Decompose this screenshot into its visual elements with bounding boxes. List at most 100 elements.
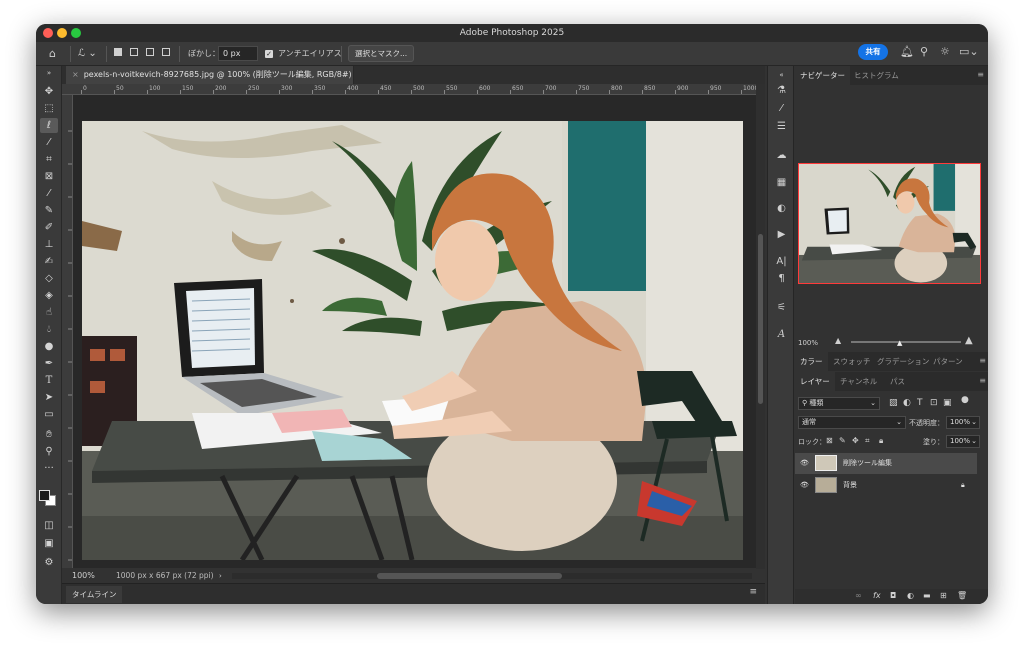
hand-icon[interactable]: ✋︎ <box>40 427 58 442</box>
extras-icon[interactable]: ⚙ <box>40 555 58 570</box>
zoom-out-icon[interactable]: ▲ <box>835 336 841 345</box>
layer-style-icon[interactable]: fx <box>873 591 881 600</box>
horizontal-ruler[interactable]: 0 50 100 150 200 250 300 350 400 450 500 550 600 650 7… <box>79 84 756 95</box>
vertical-scrollbar[interactable] <box>756 84 765 569</box>
lock-artboard-icon[interactable]: ⌗ <box>865 436 870 446</box>
tab-navigator[interactable]: ナビゲーター <box>795 66 850 85</box>
fill-input[interactable]: 100% ⌄ <box>946 435 980 448</box>
path-select-icon[interactable]: ➤ <box>40 390 58 405</box>
timeline-menu-icon[interactable]: ≡ <box>749 587 757 597</box>
glyphs-icon[interactable]: A <box>773 328 790 342</box>
lasso-icon[interactable]: ℓ <box>40 118 58 133</box>
panel-menu-icon[interactable]: ≡ <box>979 376 986 385</box>
more-tools-icon[interactable]: ··· <box>40 461 58 476</box>
lock-transparent-icon[interactable]: ⊠ <box>826 436 833 445</box>
tab-layers[interactable]: レイヤー <box>795 372 835 391</box>
tab-color[interactable]: カラー <box>795 352 828 371</box>
foreground-color-swatch[interactable] <box>39 490 50 501</box>
navigator-zoom-slider[interactable] <box>851 341 961 343</box>
screen-mode-icon[interactable]: ▣ <box>40 536 58 551</box>
navigator-zoom[interactable]: 100% <box>798 339 818 347</box>
horizontal-scroll-thumb[interactable] <box>377 573 562 579</box>
horizontal-scrollbar[interactable] <box>232 573 752 579</box>
share-button[interactable]: 共有 <box>858 44 888 60</box>
photo-image[interactable] <box>82 121 743 560</box>
panel-menu-icon[interactable]: ≡ <box>977 70 984 79</box>
libraries-icon[interactable]: ☁ <box>773 149 790 163</box>
search-icon[interactable]: ⚲ <box>920 46 928 58</box>
healing-brush-icon[interactable]: ✎ <box>40 203 58 218</box>
frame-icon[interactable]: ⊠ <box>40 169 58 184</box>
tab-channels[interactable]: チャンネル <box>835 372 882 391</box>
brush-settings-icon[interactable]: ⁄ <box>773 102 790 116</box>
layer-row[interactable]: 👁︎ 背景 🔒︎ <box>795 475 977 496</box>
close-button[interactable] <box>43 28 53 38</box>
add-selection-icon[interactable] <box>130 47 138 61</box>
new-layer-icon[interactable]: ⊞ <box>940 591 947 600</box>
vertical-ruler[interactable] <box>62 95 73 568</box>
minimize-button[interactable] <box>57 28 67 38</box>
close-tab-icon[interactable]: × <box>72 70 79 79</box>
lock-position-icon[interactable]: ✥ <box>852 436 859 445</box>
layer-filter-select[interactable]: ⚲ 種類 ⌄ <box>798 397 880 410</box>
layer-name[interactable]: 背景 <box>843 475 857 496</box>
add-mask-icon[interactable]: ◘ <box>890 591 896 600</box>
filter-adjustment-icon[interactable]: ◐ <box>903 398 911 408</box>
pen-icon[interactable]: ✒ <box>40 356 58 371</box>
adjustments-icon[interactable]: ☰ <box>773 120 790 134</box>
tab-gradients[interactable]: グラデーション <box>872 352 934 371</box>
filter-toggle-icon[interactable]: ● <box>961 395 969 405</box>
filter-smart-object-icon[interactable]: ▣ <box>943 398 952 408</box>
visibility-eye-icon[interactable]: 👁︎ <box>800 453 809 474</box>
zoom-level[interactable]: 100% <box>72 569 95 583</box>
smudge-icon[interactable]: ☝ <box>40 305 58 320</box>
rectangle-icon[interactable]: ▭ <box>40 407 58 422</box>
quick-mask-icon[interactable]: ◫ <box>40 518 58 533</box>
workspace-icon[interactable]: ▭⌄ <box>959 46 979 58</box>
move-icon[interactable]: ✥ <box>40 84 58 99</box>
tab-patterns[interactable]: パターン <box>928 352 968 371</box>
color-swatches[interactable] <box>39 482 59 506</box>
tab-histogram[interactable]: ヒストグラム <box>849 66 904 85</box>
character-icon[interactable]: A| <box>773 255 790 269</box>
paint-bucket-icon[interactable]: ◈ <box>40 288 58 303</box>
timeline-tab[interactable]: タイムライン <box>66 586 123 603</box>
panel-menu-icon[interactable]: ≡ <box>979 356 986 365</box>
blend-mode-select[interactable]: 通常 ⌄ <box>798 416 906 429</box>
filter-shape-icon[interactable]: ⊡ <box>930 398 938 408</box>
eyedropper-icon[interactable]: ⁄ <box>40 186 58 201</box>
zoom-in-icon[interactable]: ▲ <box>965 335 973 346</box>
dodge-icon[interactable]: ● <box>40 339 58 354</box>
subtract-selection-icon[interactable] <box>146 47 154 61</box>
select-and-mask-button[interactable]: 選択とマスク... <box>348 45 415 62</box>
lock-all-icon[interactable]: 🔒︎ <box>879 436 883 446</box>
type-icon[interactable]: T <box>40 373 58 388</box>
marquee-icon[interactable]: ⬚ <box>40 101 58 116</box>
document-canvas[interactable] <box>73 95 756 568</box>
zoom-button[interactable] <box>71 28 81 38</box>
collapse-strip-icon[interactable]: « <box>773 68 790 82</box>
opacity-input[interactable]: 100% ⌄ <box>946 416 980 429</box>
navigator-thumbnail[interactable] <box>798 163 981 284</box>
feather-input[interactable]: 0 px <box>218 46 258 61</box>
zoom-icon[interactable]: ⚲ <box>40 444 58 459</box>
document-tab[interactable]: × pexels-n-voitkevich-8927685.jpg @ 100% … <box>66 66 354 97</box>
brush-icon[interactable]: ✐ <box>40 220 58 235</box>
crop-icon[interactable]: ⌗ <box>40 152 58 167</box>
visibility-eye-icon[interactable]: 👁︎ <box>800 475 809 496</box>
stamp-icon[interactable]: ⊥ <box>40 237 58 252</box>
antialias-checkbox[interactable]: ✓ <box>265 47 273 61</box>
filter-pixel-icon[interactable]: ▧ <box>889 398 898 408</box>
history-brush-icon[interactable]: ✍ <box>40 254 58 269</box>
lock-image-icon[interactable]: ✎ <box>839 436 846 445</box>
status-expand-icon[interactable]: › <box>219 569 222 583</box>
magic-wand-icon[interactable]: ⁄ <box>40 135 58 150</box>
history-icon[interactable]: ⚗ <box>773 84 790 98</box>
adjustment-layer-icon[interactable]: ◐ <box>907 591 914 600</box>
tab-paths[interactable]: パス <box>885 372 910 391</box>
lasso-tool-preset-icon[interactable]: ℒ ⌄ <box>78 47 97 61</box>
notification-icon[interactable]: 🔔︎ <box>900 46 914 58</box>
styles-icon[interactable]: ◐ <box>773 202 790 216</box>
delete-layer-icon[interactable]: 🗑︎ <box>957 591 967 600</box>
navigator-zoom-handle[interactable]: ▲ <box>897 339 902 347</box>
